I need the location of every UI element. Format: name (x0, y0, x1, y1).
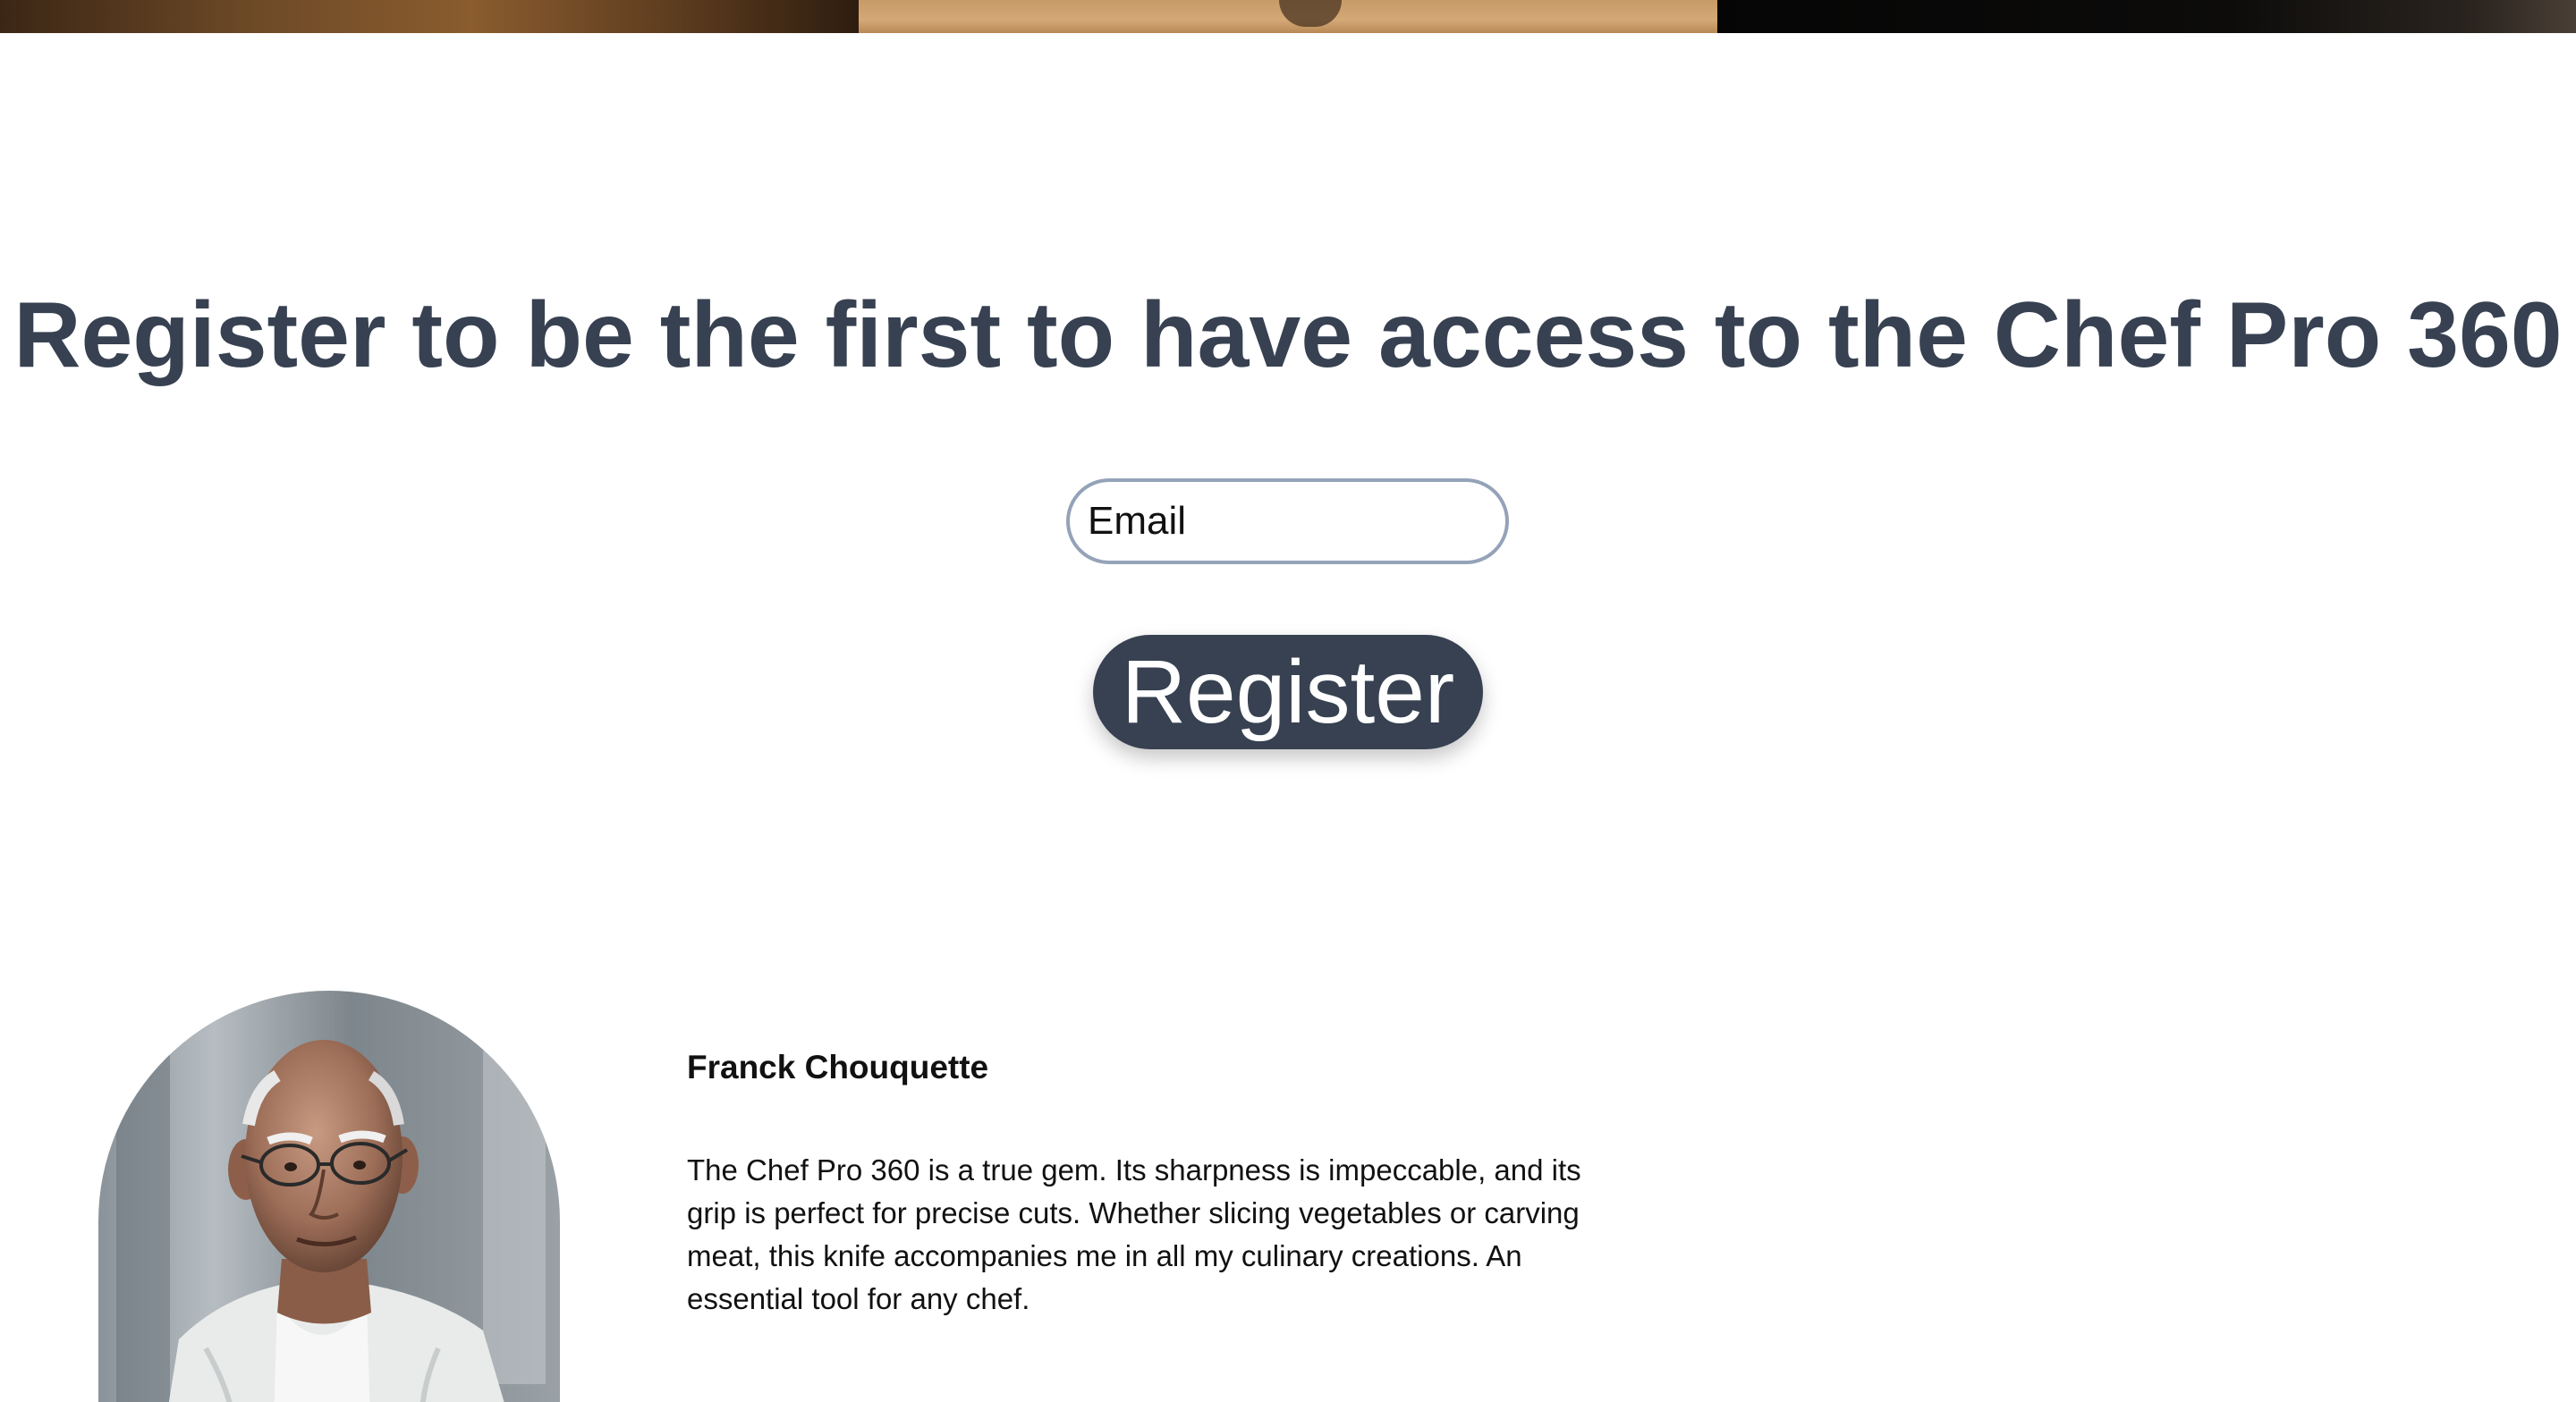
wood-board-image (0, 0, 859, 33)
chef-avatar (98, 991, 560, 1402)
testimonial-author-name: Franck Chouquette (687, 1049, 989, 1085)
dark-kitchen-image (1717, 0, 2576, 33)
email-input[interactable] (1066, 478, 1509, 564)
cutting-board-image (859, 0, 1717, 33)
hero-image-strip (0, 0, 2576, 33)
testimonial-quote: The Chef Pro 360 is a true gem. Its shar… (687, 1153, 1581, 1315)
register-button[interactable]: Register (1093, 635, 1483, 749)
landing-page: Register to be the first to have access … (0, 0, 2576, 1402)
register-heading: Register to be the first to have access … (13, 283, 2563, 387)
